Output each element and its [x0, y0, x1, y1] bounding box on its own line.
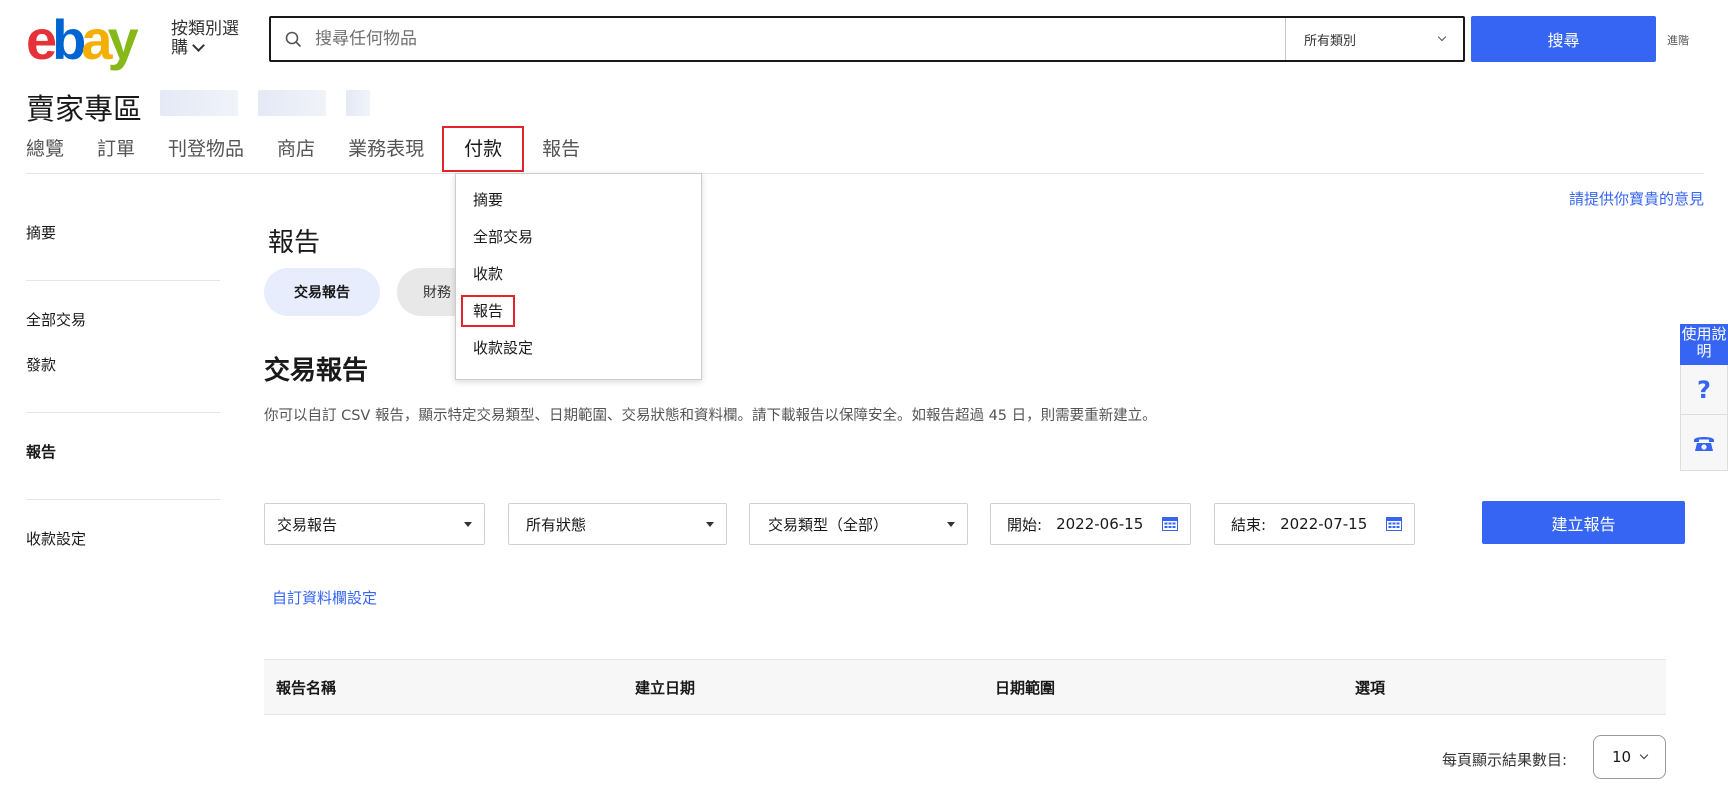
sidebar-item-summary[interactable]: 摘要	[26, 222, 220, 244]
dropdown-item-all-transactions[interactable]: 全部交易	[456, 219, 701, 256]
report-type-value: 交易報告	[277, 515, 338, 534]
pill-transaction-report[interactable]: 交易報告	[264, 268, 380, 316]
caret-down-icon	[464, 521, 472, 527]
start-date-value: 2022-06-15	[1056, 515, 1144, 533]
tab-orders[interactable]: 訂單	[97, 128, 135, 174]
sidebar-item-payouts[interactable]: 發款	[26, 354, 220, 376]
logo-letter-e: e	[26, 8, 57, 71]
end-date-label: 結束:	[1231, 515, 1267, 534]
chevron-down-icon	[1639, 750, 1649, 760]
dropdown-item-label: 全部交易	[473, 228, 534, 246]
chevron-down-icon	[192, 39, 205, 52]
nav-divider	[26, 173, 1704, 174]
column-header-created-date: 建立日期	[635, 679, 696, 697]
caret-down-icon	[947, 521, 955, 527]
dropdown-item-payment-settings[interactable]: 收款設定	[456, 330, 701, 367]
tab-payments[interactable]: 付款	[442, 126, 525, 172]
start-date-label: 開始:	[1007, 515, 1043, 534]
tab-reports[interactable]: 報告	[542, 128, 580, 174]
chevron-down-icon	[1437, 32, 1447, 42]
question-icon[interactable]: ?	[1680, 365, 1728, 415]
dropdown-item-reports[interactable]: 報告	[456, 293, 701, 330]
transaction-type-value: 交易類型（全部）	[768, 515, 889, 534]
tab-store[interactable]: 商店	[277, 128, 315, 174]
dropdown-item-summary[interactable]: 摘要	[456, 182, 701, 219]
tab-performance[interactable]: 業務表現	[348, 128, 424, 174]
redacted-username	[160, 90, 238, 116]
dropdown-item-label: 收款設定	[473, 339, 534, 357]
sidebar-item-reports[interactable]: 報告	[26, 441, 220, 463]
results-per-page-label: 每頁顯示結果數目:	[1442, 751, 1568, 769]
help-rail: 使用說明 ?	[1680, 324, 1728, 471]
results-per-page-select[interactable]: 10	[1593, 735, 1666, 779]
shop-by-category-label: 按類別選購	[171, 19, 239, 58]
search-button[interactable]: 搜尋	[1471, 16, 1656, 62]
ebay-logo[interactable]: ebay	[26, 12, 158, 68]
category-select[interactable]: 所有類別	[1285, 18, 1463, 60]
status-value: 所有狀態	[526, 515, 587, 534]
redacted-username	[258, 90, 326, 116]
transaction-type-select[interactable]: 交易類型（全部）	[749, 503, 968, 545]
dropdown-item-payouts[interactable]: 收款	[456, 256, 701, 293]
dropdown-item-label: 收款	[473, 265, 504, 283]
column-header-date-range: 日期範圍	[995, 679, 1056, 697]
report-type-select[interactable]: 交易報告	[264, 503, 485, 545]
custom-columns-link[interactable]: 自訂資料欄設定	[272, 587, 377, 608]
report-description: 你可以自訂 CSV 報告，顯示特定交易類型、日期範圍、交易狀態和資料欄。請下載報…	[264, 408, 1157, 424]
reports-table-header: 報告名稱 建立日期 日期範圍 選項	[264, 659, 1666, 715]
page-title: 賣家專區	[26, 92, 143, 126]
search-bar: 所有類別	[269, 16, 1465, 62]
sidebar-divider	[26, 412, 220, 413]
column-header-options: 選項	[1355, 679, 1386, 697]
sidebar-divider	[26, 280, 220, 281]
sidebar: 摘要 全部交易 發款 報告 收款設定	[26, 222, 220, 550]
report-title: 交易報告	[264, 356, 369, 386]
redacted-username	[346, 90, 370, 116]
feedback-link[interactable]: 請提供你寶貴的意見	[1569, 188, 1704, 209]
caret-down-icon	[706, 521, 714, 527]
end-date-field[interactable]: 結束: 2022-07-15	[1214, 503, 1415, 545]
search-icon	[271, 18, 315, 60]
category-select-value: 所有類別	[1304, 33, 1357, 49]
start-date-field[interactable]: 開始: 2022-06-15	[990, 503, 1191, 545]
results-per-page-value: 10	[1611, 748, 1632, 766]
advanced-search-link[interactable]: 進階	[1667, 32, 1689, 48]
dropdown-item-label: 摘要	[473, 191, 504, 209]
sidebar-item-all-transactions[interactable]: 全部交易	[26, 309, 220, 331]
calendar-icon[interactable]	[1162, 517, 1178, 531]
help-tab[interactable]: 使用說明	[1680, 324, 1728, 365]
tab-listings[interactable]: 刊登物品	[168, 128, 244, 174]
sidebar-item-payment-settings[interactable]: 收款設定	[26, 528, 220, 550]
calendar-icon[interactable]	[1386, 517, 1402, 531]
sidebar-divider	[26, 499, 220, 500]
logo-letter-b: b	[52, 8, 86, 71]
search-input[interactable]	[315, 19, 1285, 59]
payments-dropdown-menu: 摘要 全部交易 收款 報告 收款設定	[455, 173, 702, 380]
end-date-value: 2022-07-15	[1280, 515, 1368, 533]
shop-by-category-button[interactable]: 按類別選購	[171, 20, 251, 58]
seller-hub-nav: 總覽 訂單 刊登物品 商店 業務表現 付款 報告	[26, 126, 613, 174]
section-heading: 報告	[268, 228, 321, 258]
logo-letter-a: a	[81, 8, 112, 71]
logo-letter-y: y	[107, 8, 139, 71]
phone-icon[interactable]	[1680, 415, 1728, 471]
create-report-button[interactable]: 建立報告	[1482, 501, 1685, 544]
column-header-report-name: 報告名稱	[276, 679, 337, 697]
dropdown-item-label: 報告	[460, 295, 516, 327]
tab-overview[interactable]: 總覽	[26, 128, 64, 174]
status-select[interactable]: 所有狀態	[508, 503, 727, 545]
